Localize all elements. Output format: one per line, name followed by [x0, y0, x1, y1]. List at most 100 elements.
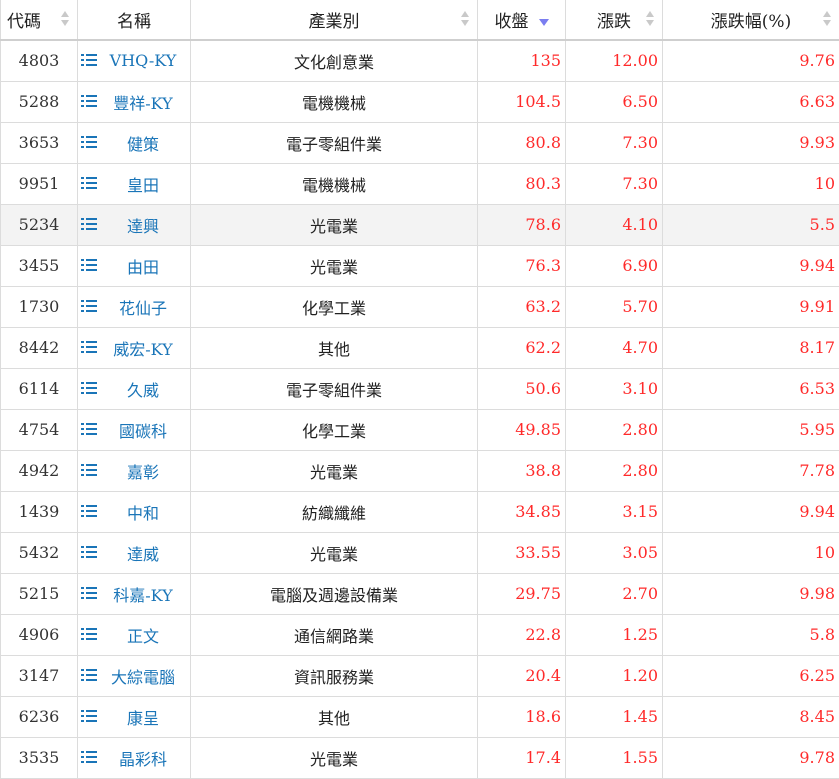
table-row[interactable]: 4754國碳科化學工業49.852.805.95: [1, 409, 839, 450]
table-row[interactable]: 5432達威光電業33.553.0510: [1, 532, 839, 573]
header-code[interactable]: 代碼: [1, 0, 78, 40]
stock-name-cell[interactable]: 皇田: [78, 163, 191, 204]
stock-name-cell[interactable]: 健策: [78, 122, 191, 163]
stock-name-link[interactable]: 花仙子: [101, 295, 167, 319]
stock-name-link[interactable]: 晶彩科: [101, 746, 167, 770]
stock-name-link[interactable]: 嘉彰: [109, 459, 159, 483]
table-row[interactable]: 6236康呈其他18.61.458.45: [1, 696, 839, 737]
change-percent: 8.17: [663, 327, 839, 368]
stock-name-cell[interactable]: 康呈: [78, 696, 191, 737]
stock-name-cell[interactable]: 晶彩科: [78, 737, 191, 778]
stock-code: 4906: [1, 614, 78, 655]
stock-name-cell[interactable]: 豐祥-KY: [78, 81, 191, 122]
list-icon[interactable]: [81, 217, 97, 231]
stock-name-link[interactable]: 大綜電腦: [93, 664, 175, 688]
stock-name-cell[interactable]: 達威: [78, 532, 191, 573]
stock-name-cell[interactable]: 威宏-KY: [78, 327, 191, 368]
table-row[interactable]: 5234達興光電業78.64.105.5: [1, 204, 839, 245]
change-percent: 8.45: [663, 696, 839, 737]
sort-both-icon[interactable]: [823, 11, 831, 29]
table-row[interactable]: 3653健策電子零組件業80.87.309.93: [1, 122, 839, 163]
stock-code: 4803: [1, 40, 78, 81]
stock-code: 1439: [1, 491, 78, 532]
stock-name-link[interactable]: 皇田: [109, 172, 159, 196]
table-row[interactable]: 8442威宏-KY其他62.24.708.17: [1, 327, 839, 368]
table-row[interactable]: 6114久威電子零組件業50.63.106.53: [1, 368, 839, 409]
stock-name-cell[interactable]: VHQ-KY: [78, 40, 191, 81]
stock-name-cell[interactable]: 科嘉-KY: [78, 573, 191, 614]
stock-code: 6114: [1, 368, 78, 409]
stock-name-link[interactable]: 達威: [109, 541, 159, 565]
industry: 電子零組件業: [191, 122, 478, 163]
stock-name-link[interactable]: 正文: [109, 623, 159, 647]
list-icon[interactable]: [81, 299, 97, 313]
stock-name-cell[interactable]: 正文: [78, 614, 191, 655]
header-change-pct[interactable]: 漲跌幅(%): [663, 0, 839, 40]
stock-name-link[interactable]: 健策: [109, 131, 159, 155]
stock-name-cell[interactable]: 國碳科: [78, 409, 191, 450]
industry: 文化創意業: [191, 40, 478, 81]
sort-both-icon[interactable]: [61, 11, 69, 29]
price-change: 6.90: [566, 245, 663, 286]
list-icon[interactable]: [81, 586, 97, 600]
list-icon[interactable]: [81, 709, 97, 723]
list-icon[interactable]: [81, 750, 97, 764]
list-icon[interactable]: [81, 422, 97, 436]
table-row[interactable]: 3535晶彩科光電業17.41.559.78: [1, 737, 839, 778]
header-close[interactable]: 收盤: [478, 0, 566, 40]
list-icon[interactable]: [81, 53, 97, 67]
list-icon[interactable]: [81, 381, 97, 395]
industry: 通信網路業: [191, 614, 478, 655]
header-industry[interactable]: 產業別: [191, 0, 478, 40]
stock-name-link[interactable]: 康呈: [109, 705, 159, 729]
stock-name-link[interactable]: 威宏-KY: [95, 336, 173, 360]
stock-name-cell[interactable]: 花仙子: [78, 286, 191, 327]
table-row[interactable]: 4942嘉彰光電業38.82.807.78: [1, 450, 839, 491]
stock-code: 4942: [1, 450, 78, 491]
stock-name-cell[interactable]: 中和: [78, 491, 191, 532]
header-name-label: 名稱: [117, 12, 151, 32]
list-icon[interactable]: [81, 504, 97, 518]
industry: 光電業: [191, 737, 478, 778]
list-icon[interactable]: [81, 627, 97, 641]
stock-name-link[interactable]: 達興: [109, 213, 159, 237]
header-change[interactable]: 漲跌: [566, 0, 663, 40]
list-icon[interactable]: [81, 176, 97, 190]
stock-name-cell[interactable]: 達興: [78, 204, 191, 245]
sort-desc-icon[interactable]: [539, 19, 549, 26]
table-row[interactable]: 1439中和紡織纖維34.853.159.94: [1, 491, 839, 532]
list-icon[interactable]: [81, 340, 97, 354]
stock-name-link[interactable]: 國碳科: [101, 418, 167, 442]
table-row[interactable]: 4803VHQ-KY文化創意業13512.009.76: [1, 40, 839, 81]
close-price: 22.8: [478, 614, 566, 655]
table-row[interactable]: 5215科嘉-KY電腦及週邊設備業29.752.709.98: [1, 573, 839, 614]
table-row[interactable]: 9951皇田電機機械80.37.3010: [1, 163, 839, 204]
table-row[interactable]: 3455由田光電業76.36.909.94: [1, 245, 839, 286]
list-icon[interactable]: [81, 258, 97, 272]
sort-both-icon[interactable]: [461, 11, 469, 29]
stock-name-cell[interactable]: 久威: [78, 368, 191, 409]
table-row[interactable]: 3147大綜電腦資訊服務業20.41.206.25: [1, 655, 839, 696]
stock-name-link[interactable]: 由田: [109, 254, 159, 278]
list-icon[interactable]: [81, 94, 97, 108]
list-icon[interactable]: [81, 463, 97, 477]
stock-name-cell[interactable]: 由田: [78, 245, 191, 286]
stock-name-link[interactable]: 豐祥-KY: [95, 90, 173, 114]
list-icon[interactable]: [81, 668, 97, 682]
stock-name-cell[interactable]: 大綜電腦: [78, 655, 191, 696]
table-row[interactable]: 1730花仙子化學工業63.25.709.91: [1, 286, 839, 327]
table-row[interactable]: 5288豐祥-KY電機機械104.56.506.63: [1, 81, 839, 122]
industry: 化學工業: [191, 286, 478, 327]
change-percent: 9.93: [663, 122, 839, 163]
table-row[interactable]: 4906正文通信網路業22.81.255.8: [1, 614, 839, 655]
list-icon[interactable]: [81, 545, 97, 559]
stock-name-cell[interactable]: 嘉彰: [78, 450, 191, 491]
header-change-pct-label: 漲跌幅(%): [711, 12, 791, 32]
stock-name-link[interactable]: 科嘉-KY: [95, 582, 173, 606]
list-icon[interactable]: [81, 135, 97, 149]
stock-name-link[interactable]: 久威: [109, 377, 159, 401]
sort-both-icon[interactable]: [646, 11, 654, 29]
stock-name-link[interactable]: 中和: [109, 500, 159, 524]
change-percent: 6.53: [663, 368, 839, 409]
stock-name-link[interactable]: VHQ-KY: [92, 51, 177, 70]
